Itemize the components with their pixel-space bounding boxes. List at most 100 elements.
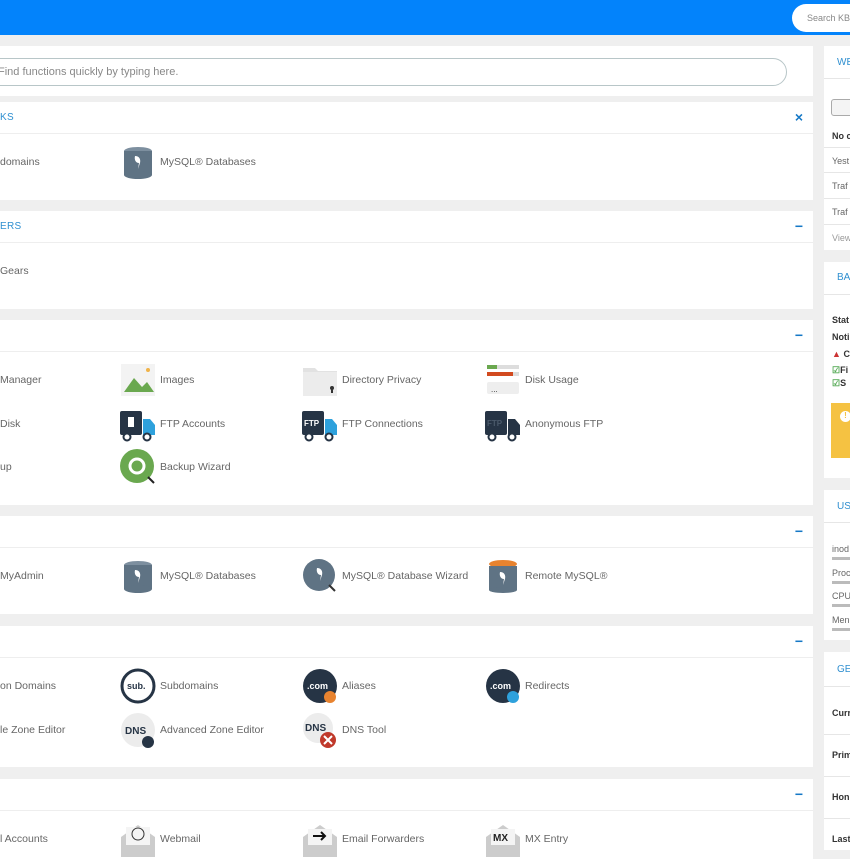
svg-text:.com: .com — [307, 681, 328, 691]
folder-lock-icon — [303, 368, 337, 396]
function-search-panel — [0, 46, 813, 96]
feature-label: Webmail — [160, 833, 201, 845]
svg-text:...: ... — [491, 385, 498, 394]
feature-link[interactable]: MyAdmin — [0, 558, 44, 594]
section-header[interactable]: ERS − — [0, 211, 813, 243]
section-header[interactable]: KS × — [0, 102, 813, 134]
feature-link[interactable]: le Zone Editor — [0, 712, 65, 748]
feature-link[interactable]: FTP Accounts — [120, 406, 225, 442]
backup-row: S — [840, 378, 847, 388]
webmail-icon — [121, 825, 155, 857]
top-bar: Search KB — [0, 0, 850, 35]
feature-link[interactable]: Email Forwarders — [302, 821, 424, 857]
feature-link[interactable]: Directory Privacy — [302, 362, 421, 398]
section-header[interactable]: − — [0, 516, 813, 548]
collapse-icon[interactable]: − — [795, 786, 803, 802]
section-header[interactable]: − — [0, 779, 813, 811]
usage-panel: US inod Proc CPU Men — [824, 490, 850, 640]
backup-panel: BA Stat Noti ▲ C ☑Fi ☑S ! — [824, 262, 850, 478]
feature-link[interactable]: .com Redirects — [485, 668, 569, 704]
section-header[interactable]: − — [0, 626, 813, 658]
feature-link[interactable]: l Accounts — [0, 821, 48, 857]
backup-row: C — [843, 349, 850, 359]
feature-link[interactable]: MySQL® Databases — [120, 144, 256, 180]
feature-link[interactable]: Images — [120, 362, 194, 398]
usage-row: inod — [832, 544, 850, 554]
kb-search-input[interactable]: Search KB — [792, 4, 850, 32]
feature-link[interactable]: .com Aliases — [302, 668, 376, 704]
mysql-db-icon — [124, 147, 152, 179]
backup-row: Noti — [832, 332, 850, 342]
usage-title: US — [837, 501, 850, 512]
feature-link[interactable]: FTP Anonymous FTP — [485, 406, 603, 442]
stats-row: Yest — [832, 156, 850, 166]
svg-text:.com: .com — [490, 681, 511, 691]
feature-label: Backup Wizard — [160, 461, 231, 473]
feature-link[interactable]: MySQL® Databases — [120, 558, 256, 594]
feature-label: FTP Accounts — [160, 417, 226, 430]
feature-link[interactable]: up — [0, 449, 12, 485]
feature-link[interactable]: domains — [0, 144, 40, 180]
feature-label: Gears — [0, 265, 29, 277]
section-panel: KS × domains MySQL® Databases — [0, 102, 813, 200]
feature-label: up — [0, 461, 12, 473]
feature-label: Subdomains — [160, 680, 219, 692]
close-icon[interactable]: × — [795, 109, 803, 125]
feature-link[interactable]: Manager — [0, 362, 41, 398]
stats-row: Traf — [832, 207, 848, 217]
stats-row: Traf — [832, 181, 848, 191]
feature-label: on Domains — [0, 680, 57, 692]
section-panel: − Manager Images Directory Privacy ... Disk U… — [0, 320, 813, 505]
feature-link[interactable]: Gears — [0, 253, 29, 289]
feature-link[interactable]: MX MX Entry — [485, 821, 568, 857]
mx-entry-icon: MX — [486, 825, 520, 857]
feature-link[interactable]: DNS DNS Tool — [302, 712, 386, 748]
collapse-icon[interactable]: − — [795, 327, 803, 343]
collapse-icon[interactable]: − — [795, 633, 803, 649]
feature-label: DNS Tool — [342, 723, 387, 736]
general-row: Hon — [832, 792, 850, 802]
svg-text:FTP: FTP — [487, 419, 503, 428]
feature-label: MX Entry — [525, 833, 569, 845]
feature-link[interactable]: FTP FTP Connections — [302, 406, 423, 442]
section-panel: ERS − Gears — [0, 211, 813, 309]
section-title: ERS — [0, 221, 22, 232]
backup-title: BA — [837, 272, 850, 283]
feature-link[interactable]: sub. Subdomains — [120, 668, 218, 704]
feature-label: MySQL® Databases — [160, 156, 256, 168]
collapse-icon[interactable]: − — [795, 523, 803, 539]
feature-link[interactable]: ... Disk Usage — [485, 362, 579, 398]
email-forwarders-icon — [303, 825, 337, 857]
feature-label: Directory Privacy — [342, 374, 422, 386]
feature-link[interactable]: Remote MySQL® — [485, 558, 607, 594]
section-header[interactable]: − — [0, 320, 813, 352]
anonymous-ftp-icon: FTP — [485, 410, 520, 441]
feature-label: Remote MySQL® — [525, 570, 608, 582]
feature-label: MySQL® Database Wizard — [342, 570, 469, 582]
function-search-input[interactable] — [0, 58, 787, 86]
feature-label: MyAdmin — [0, 570, 44, 582]
feature-link[interactable]: on Domains — [0, 668, 56, 704]
usage-row: CPU — [832, 591, 850, 601]
general-row: Last — [832, 834, 850, 844]
svg-text:MX: MX — [493, 833, 508, 844]
feature-link[interactable]: Webmail — [120, 821, 201, 857]
section-title: KS — [0, 112, 14, 123]
feature-link[interactable]: Backup Wizard — [120, 449, 231, 485]
backup-row: Fi — [840, 365, 849, 375]
feature-link[interactable]: MySQL® Database Wizard — [302, 558, 468, 594]
backup-warning-box: ! — [831, 403, 850, 458]
feature-link[interactable]: DNS Advanced Zone Editor — [120, 712, 264, 748]
warning-icon: ▲ — [832, 349, 841, 359]
feature-label: Anonymous FTP — [525, 417, 604, 430]
feature-label: MySQL® Databases — [160, 570, 256, 582]
aliases-icon: .com — [303, 669, 337, 703]
stats-view-link[interactable]: View — [832, 233, 850, 243]
collapse-icon[interactable]: − — [795, 218, 803, 234]
redirects-icon: .com — [486, 669, 520, 703]
stats-select[interactable] — [831, 99, 850, 116]
mysql-db-icon — [124, 561, 152, 593]
dns-edit-icon: DNS — [121, 712, 155, 748]
svg-text:DNS: DNS — [305, 723, 326, 734]
feature-link[interactable]: Disk — [0, 406, 20, 442]
